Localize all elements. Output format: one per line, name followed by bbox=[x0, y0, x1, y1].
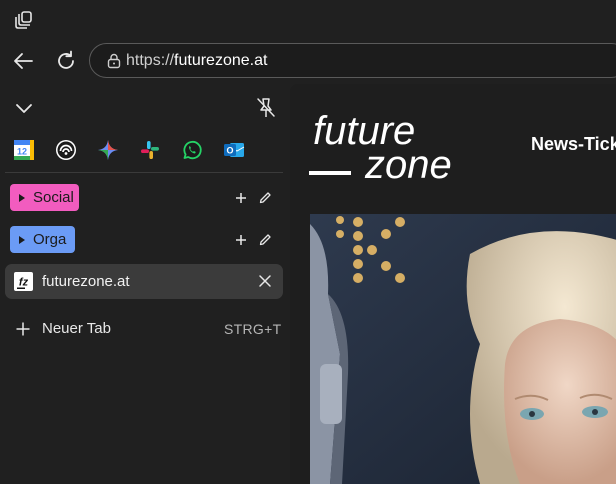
slack-app-icon[interactable] bbox=[138, 138, 162, 162]
close-tab-button[interactable] bbox=[258, 274, 272, 288]
edit-group-button[interactable] bbox=[258, 191, 272, 205]
whatsapp-app-icon[interactable] bbox=[180, 138, 204, 162]
unpin-sidebar-button[interactable] bbox=[254, 96, 278, 120]
reload-button[interactable] bbox=[54, 49, 78, 73]
tab-group-social[interactable]: Social bbox=[10, 184, 79, 211]
expand-triangle-icon bbox=[19, 235, 25, 244]
podcast-app-icon[interactable] bbox=[54, 138, 78, 162]
workspaces-icon bbox=[15, 11, 32, 29]
futurezone-logo[interactable]: future zone bbox=[307, 108, 487, 180]
svg-text:zone: zone bbox=[364, 143, 452, 180]
svg-text:O: O bbox=[226, 146, 233, 156]
collapse-sidebar-button[interactable] bbox=[12, 96, 36, 120]
address-bar[interactable]: https://futurezone.at bbox=[89, 43, 616, 78]
hero-image[interactable] bbox=[310, 214, 616, 484]
tab-group-label: Orga bbox=[33, 231, 67, 248]
svg-text:12: 12 bbox=[17, 147, 27, 157]
url-scheme: https:// bbox=[126, 52, 175, 69]
add-tab-to-group-button[interactable] bbox=[234, 191, 248, 205]
tab-title: futurezone.at bbox=[42, 273, 130, 290]
pencil-icon bbox=[259, 234, 271, 246]
gemini-app-icon[interactable] bbox=[96, 138, 120, 162]
news-ticker-link[interactable]: News-Tick bbox=[531, 134, 616, 155]
url-text[interactable]: https://futurezone.at bbox=[126, 52, 267, 70]
arrow-left-icon bbox=[14, 53, 33, 69]
futurezone-favicon: fz bbox=[14, 272, 33, 291]
chevron-down-icon bbox=[16, 104, 32, 113]
new-tab-shortcut: STRG+T bbox=[224, 321, 282, 337]
plus-icon bbox=[236, 235, 246, 245]
outlook-app-icon[interactable]: O bbox=[222, 138, 246, 162]
close-icon bbox=[259, 275, 271, 287]
svg-text:fz: fz bbox=[19, 277, 29, 289]
plus-icon bbox=[15, 321, 31, 337]
pencil-icon bbox=[259, 192, 271, 204]
calendar-app-icon[interactable]: 12 bbox=[12, 138, 36, 162]
url-host: futurezone.at bbox=[174, 52, 268, 69]
add-tab-to-group-button[interactable] bbox=[234, 233, 248, 247]
plus-icon bbox=[236, 193, 246, 203]
tab-group-label: Social bbox=[33, 189, 74, 206]
lock-icon[interactable] bbox=[105, 52, 123, 70]
tab-group-orga[interactable]: Orga bbox=[10, 226, 75, 253]
sidebar-divider bbox=[5, 172, 283, 173]
edit-group-button[interactable] bbox=[258, 233, 272, 247]
tab-futurezone[interactable]: fz futurezone.at bbox=[5, 264, 283, 299]
web-content[interactable]: future zone News-Tick bbox=[290, 84, 616, 484]
unpin-icon bbox=[257, 98, 275, 117]
back-button[interactable] bbox=[11, 49, 35, 73]
workspaces-button[interactable] bbox=[12, 9, 34, 31]
new-tab-label: Neuer Tab bbox=[42, 320, 111, 337]
expand-triangle-icon bbox=[19, 193, 25, 202]
reload-icon bbox=[58, 50, 74, 69]
